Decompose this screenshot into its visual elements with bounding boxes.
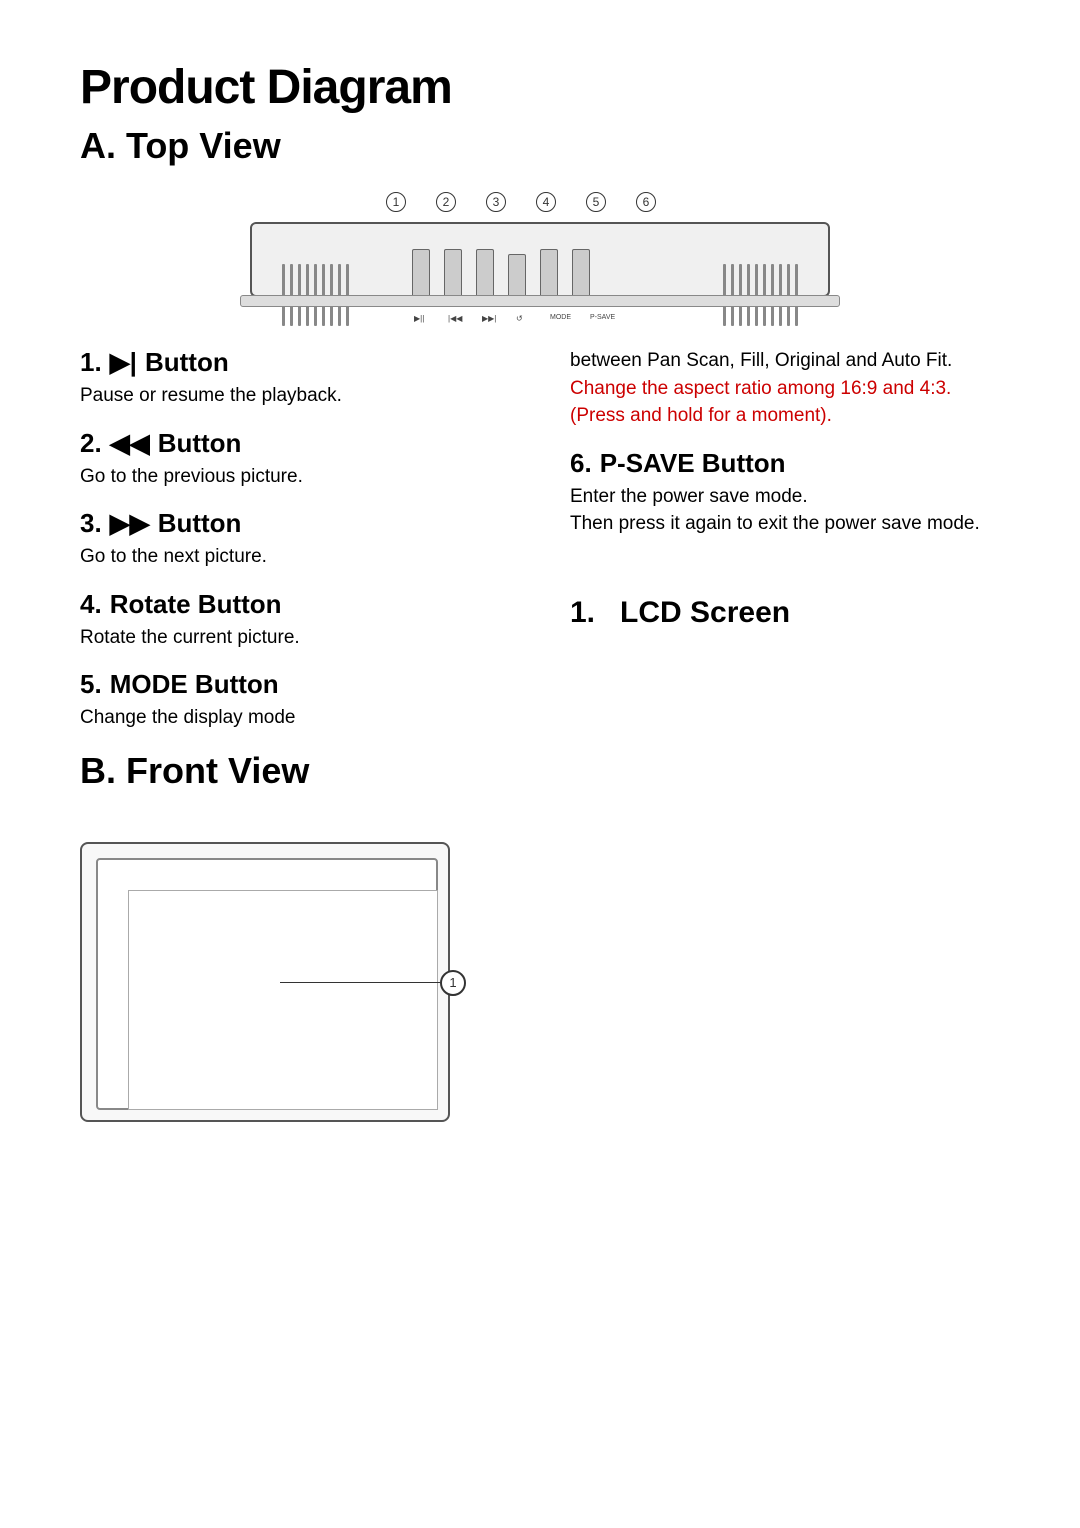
button-5-number: 5. [80, 669, 102, 700]
front-view-content: 1 [80, 842, 1000, 1132]
icon-label-1: ▶|| [414, 314, 438, 323]
button-5-label: MODE Button [110, 669, 279, 700]
prev-icon: ◀◀ [110, 428, 150, 459]
mode-desc-normal: between Pan Scan, Fill, Original and Aut… [570, 347, 1000, 375]
button-2-number: 2. [80, 428, 102, 459]
lcd-label: LCD Screen [620, 596, 790, 629]
section-b-title: B. Front View [80, 750, 510, 792]
num-label-1: 1 [386, 192, 406, 212]
callout-container: 1 [280, 982, 480, 984]
front-view-diagram: 1 [80, 842, 460, 1132]
num-label-6: 6 [636, 192, 656, 212]
button-6-label: P-SAVE Button [600, 448, 786, 479]
button-2-label: Button [158, 428, 242, 459]
device-body: ▶|| |◀◀ ▶▶| ↺ MODE P-SAVE [250, 222, 830, 297]
button-1-number: 1. [80, 347, 102, 378]
button-entry-1: 1. ▶| Button Pause or resume the playbac… [80, 347, 510, 410]
button-4-label: Rotate Button [110, 589, 282, 620]
icon-label-4: ↺ [516, 314, 540, 323]
button-6-number: 6. [570, 448, 592, 479]
lcd-heading: 1. LCD Screen [570, 596, 1000, 630]
button-entry-5: 5. MODE Button Change the display mode [80, 669, 510, 732]
mode-continuation: between Pan Scan, Fill, Original and Aut… [570, 347, 1000, 430]
icon-labels-row: ▶|| |◀◀ ▶▶| ↺ MODE P-SAVE [414, 314, 626, 323]
button-3-desc: Go to the next picture. [80, 543, 510, 571]
top-view-diagram: 1 2 3 4 5 6 [80, 187, 1000, 317]
button-3-number: 3. [80, 508, 102, 539]
section-a-title: A. Top View [80, 125, 1000, 167]
callout-circle: 1 [440, 970, 466, 996]
next-icon: ▶▶ [110, 508, 150, 539]
callout-line [280, 982, 440, 984]
num-label-2: 2 [436, 192, 456, 212]
right-column: between Pan Scan, Fill, Original and Aut… [570, 347, 1000, 812]
lcd-number: 1. [570, 596, 595, 629]
front-view-section: 1 [80, 842, 1000, 1132]
button-4-heading: 4. Rotate Button [80, 589, 510, 620]
frame-inner-bezel [96, 858, 438, 1110]
button-3-heading: 3. ▶▶ Button [80, 508, 510, 539]
button-entry-2: 2. ◀◀ Button Go to the previous picture. [80, 428, 510, 491]
button-1-heading: 1. ▶| Button [80, 347, 510, 378]
left-column: 1. ▶| Button Pause or resume the playbac… [80, 347, 510, 812]
button-2-desc: Go to the previous picture. [80, 463, 510, 491]
button-3-label: Button [158, 508, 242, 539]
device-bottom-bar [240, 295, 840, 307]
page-title: Product Diagram [80, 60, 1000, 115]
lcd-label-section: 1. LCD Screen [570, 556, 1000, 630]
screen-area [128, 890, 438, 1110]
button-4-desc: Rotate the current picture. [80, 624, 510, 652]
button-6-desc-2: Then press it again to exit the power sa… [570, 510, 1000, 538]
button-descriptions: 1. ▶| Button Pause or resume the playbac… [80, 347, 1000, 812]
button-1-desc: Pause or resume the playback. [80, 382, 510, 410]
button-entry-3: 3. ▶▶ Button Go to the next picture. [80, 508, 510, 571]
play-pause-icon: ▶| [110, 347, 137, 378]
icon-label-6: P-SAVE [590, 314, 626, 323]
icon-label-2: |◀◀ [448, 314, 472, 323]
button-1-label: Button [145, 347, 229, 378]
num-label-3: 3 [486, 192, 506, 212]
button-entry-4: 4. Rotate Button Rotate the current pict… [80, 589, 510, 652]
button-2-heading: 2. ◀◀ Button [80, 428, 510, 459]
button-4-number: 4. [80, 589, 102, 620]
button-entry-6: 6. P-SAVE Button Enter the power save mo… [570, 448, 1000, 538]
button-number-labels: 1 2 3 4 5 6 [385, 192, 657, 212]
mode-desc-red: Change the aspect ratio among 16:9 and 4… [570, 375, 1000, 430]
icon-label-5: MODE [550, 314, 580, 323]
icon-label-3: ▶▶| [482, 314, 506, 323]
num-label-5: 5 [586, 192, 606, 212]
button-6-heading: 6. P-SAVE Button [570, 448, 1000, 479]
num-label-4: 4 [536, 192, 556, 212]
button-6-desc-1: Enter the power save mode. [570, 483, 1000, 511]
button-5-heading: 5. MODE Button [80, 669, 510, 700]
button-5-desc: Change the display mode [80, 704, 510, 732]
